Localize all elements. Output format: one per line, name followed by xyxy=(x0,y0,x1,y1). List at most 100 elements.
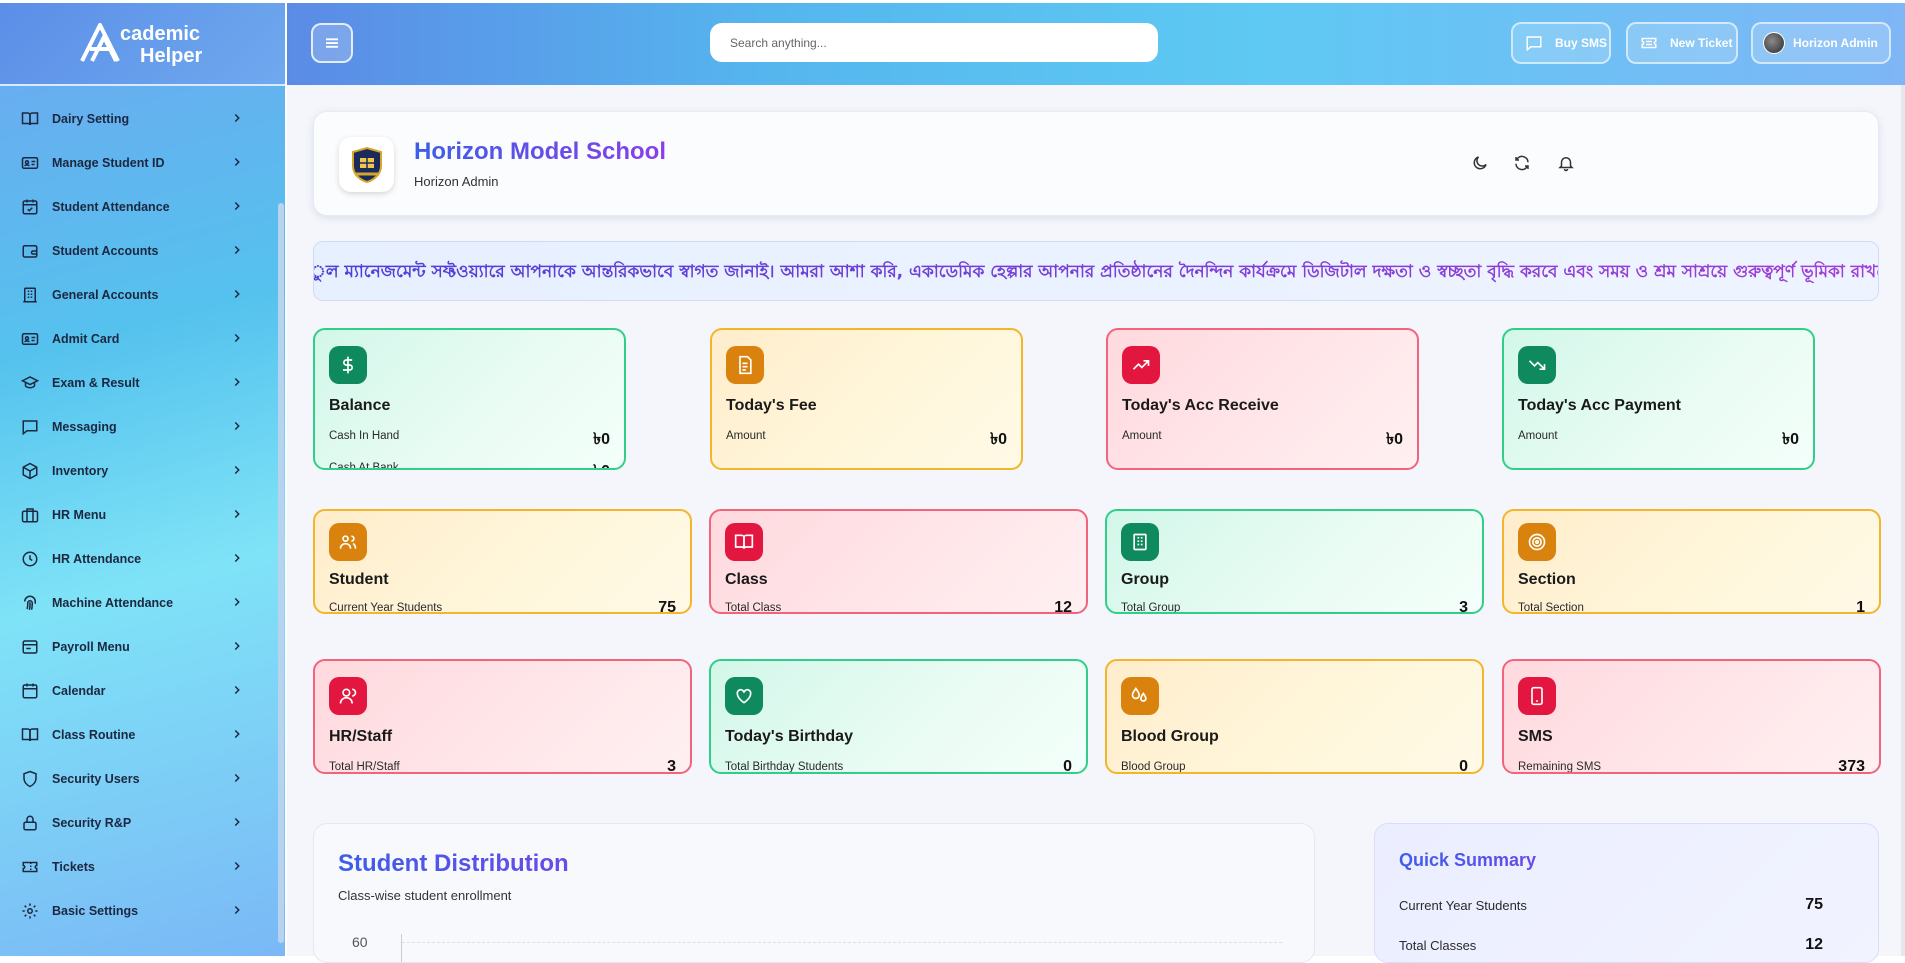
sidebar-item-messaging[interactable]: Messaging xyxy=(0,405,270,449)
blood-group-card[interactable]: Blood Group Blood Group 0 xyxy=(1105,659,1484,774)
card-title: Section xyxy=(1518,571,1576,588)
todays-acc-payment-card[interactable]: Today's Acc Payment Amount ৳0 xyxy=(1502,328,1815,470)
sidebar-item-label: Security Users xyxy=(52,772,140,786)
sidebar-item-general-accounts[interactable]: General Accounts xyxy=(0,273,270,317)
sidebar-item-inventory[interactable]: Inventory xyxy=(0,449,270,493)
sidebar-item-hr-menu[interactable]: HR Menu xyxy=(0,493,270,537)
card-label: Cash In Hand xyxy=(329,430,400,442)
quick-summary-title: Quick Summary xyxy=(1399,850,1537,870)
school-logo xyxy=(339,137,394,192)
sidebar-item-security-users[interactable]: Security Users xyxy=(0,757,270,801)
chevron-right-icon xyxy=(234,201,240,211)
sidebar-item-machine-attendance[interactable]: Machine Attendance xyxy=(0,581,270,625)
book-open-icon xyxy=(20,109,40,129)
card-label: Total Birthday Students xyxy=(725,761,844,773)
main-content: Horizon Model School Horizon Admin ুল ম্… xyxy=(287,85,1905,963)
sidebar-item-label: Student Accounts xyxy=(52,244,159,258)
chevron-right-icon xyxy=(234,509,240,519)
menu-toggle-button[interactable] xyxy=(311,23,353,63)
card-value: 3 xyxy=(667,758,676,774)
sidebar: cademic Helper Dairy Setting Manage Stud… xyxy=(0,3,285,956)
sidebar-item-class-routine[interactable]: Class Routine xyxy=(0,713,270,757)
card-title: HR/Staff xyxy=(329,728,393,745)
sidebar-item-security-rp[interactable]: Security R&P xyxy=(0,801,270,845)
fingerprint-icon xyxy=(20,593,40,613)
chevron-right-icon xyxy=(234,729,240,739)
quick-summary-panel: Quick Summary Current Year Students 75 T… xyxy=(1374,823,1879,963)
sidebar-item-label: Tickets xyxy=(52,860,95,874)
sidebar-item-manage-student-id[interactable]: Manage Student ID xyxy=(0,141,270,185)
balance-card[interactable]: Balance Cash In Hand ৳0 Cash At Bank ৳0 xyxy=(313,328,626,470)
card-title: Balance xyxy=(329,397,391,414)
document-icon xyxy=(726,346,764,384)
sidebar-item-student-accounts[interactable]: Student Accounts xyxy=(0,229,270,273)
group-card[interactable]: Group Total Group 3 xyxy=(1105,509,1484,614)
todays-fee-card[interactable]: Today's Fee Amount ৳0 xyxy=(710,328,1023,470)
card-title: Student xyxy=(329,571,389,588)
section-card[interactable]: Section Total Section 1 xyxy=(1502,509,1881,614)
sidebar-scrollbar[interactable] xyxy=(278,203,284,943)
brand-logo[interactable]: cademic Helper xyxy=(0,3,285,86)
student-card[interactable]: Student Current Year Students 75 xyxy=(313,509,692,614)
card-label: Total Group xyxy=(1121,602,1181,614)
card-label: Blood Group xyxy=(1121,761,1186,773)
book-open-icon xyxy=(20,725,40,745)
main-scrollbar[interactable] xyxy=(1901,85,1905,956)
shield-icon xyxy=(20,769,40,789)
chevron-right-icon xyxy=(234,245,240,255)
new-ticket-button[interactable]: New Ticket xyxy=(1626,22,1738,64)
student-distribution-panel: Student Distribution Class-wise student … xyxy=(313,823,1315,963)
new-ticket-label: New Ticket xyxy=(1670,36,1733,50)
app-frame: cademic Helper Dairy Setting Manage Stud… xyxy=(0,0,1905,963)
summary-value: 75 xyxy=(1805,896,1823,913)
sidebar-item-tickets[interactable]: Tickets xyxy=(0,845,270,889)
welcome-banner: ুল ম্যানেজমেন্ট সফ্টওয়্যারে আপনাকে আন্ত… xyxy=(313,241,1879,301)
card-value: 12 xyxy=(1054,599,1072,614)
lock-icon xyxy=(20,813,40,833)
hr-staff-card[interactable]: HR/Staff Total HR/Staff 3 xyxy=(313,659,692,774)
notifications-button[interactable] xyxy=(1553,150,1579,176)
class-card[interactable]: Class Total Class 12 xyxy=(709,509,1088,614)
dark-mode-toggle[interactable] xyxy=(1467,150,1493,176)
card-label: Total Section xyxy=(1518,602,1584,614)
sms-card[interactable]: SMS Remaining SMS 373 xyxy=(1502,659,1881,774)
card-title: Class xyxy=(725,571,768,588)
sidebar-item-payroll-menu[interactable]: Payroll Menu xyxy=(0,625,270,669)
graduation-cap-icon xyxy=(20,373,40,393)
search-input[interactable] xyxy=(710,23,1158,62)
chevron-right-icon xyxy=(234,641,240,651)
todays-birthday-card[interactable]: Today's Birthday Total Birthday Students… xyxy=(709,659,1088,774)
sidebar-item-calendar[interactable]: Calendar xyxy=(0,669,270,713)
refresh-button[interactable] xyxy=(1509,150,1535,176)
sidebar-item-label: Basic Settings xyxy=(52,904,139,918)
sidebar-item-student-attendance[interactable]: Student Attendance xyxy=(0,185,270,229)
distribution-title: Student Distribution xyxy=(338,850,569,877)
sidebar-item-hr-attendance[interactable]: HR Attendance xyxy=(0,537,270,581)
sidebar-item-exam-result[interactable]: Exam & Result xyxy=(0,361,270,405)
sidebar-item-label: Calendar xyxy=(52,684,106,698)
card-title: SMS xyxy=(1518,728,1553,745)
sidebar-item-label: Manage Student ID xyxy=(52,156,165,170)
user-menu-button[interactable]: Horizon Admin xyxy=(1751,22,1891,64)
sidebar-item-label: Dairy Setting xyxy=(52,112,130,126)
chevron-right-icon xyxy=(234,861,240,871)
bell-icon xyxy=(1558,157,1574,172)
brand-line-1: cademic xyxy=(120,23,201,45)
card-value: 373 xyxy=(1838,758,1865,774)
y-axis-line xyxy=(401,934,402,962)
sidebar-item-basic-settings[interactable]: Basic Settings xyxy=(0,889,270,933)
sidebar-item-dairy-setting[interactable]: Dairy Setting xyxy=(0,97,270,141)
sidebar-item-label: Exam & Result xyxy=(52,376,140,390)
ticket-icon xyxy=(1640,33,1660,53)
todays-acc-receive-card[interactable]: Today's Acc Receive Amount ৳0 xyxy=(1106,328,1419,470)
sidebar-item-label: Payroll Menu xyxy=(52,640,130,654)
sidebar-item-admit-card[interactable]: Admit Card xyxy=(0,317,270,361)
card-title: Today's Birthday xyxy=(725,728,853,745)
summary-row: Current Year Students 75 xyxy=(1399,896,1823,918)
users-icon xyxy=(329,523,367,561)
card-value: ৳0 xyxy=(1782,431,1799,448)
buy-sms-button[interactable]: Buy SMS xyxy=(1511,22,1611,64)
calendar-check-icon xyxy=(20,197,40,217)
card-label: Amount xyxy=(726,430,766,442)
card-value: 1 xyxy=(1856,599,1865,614)
